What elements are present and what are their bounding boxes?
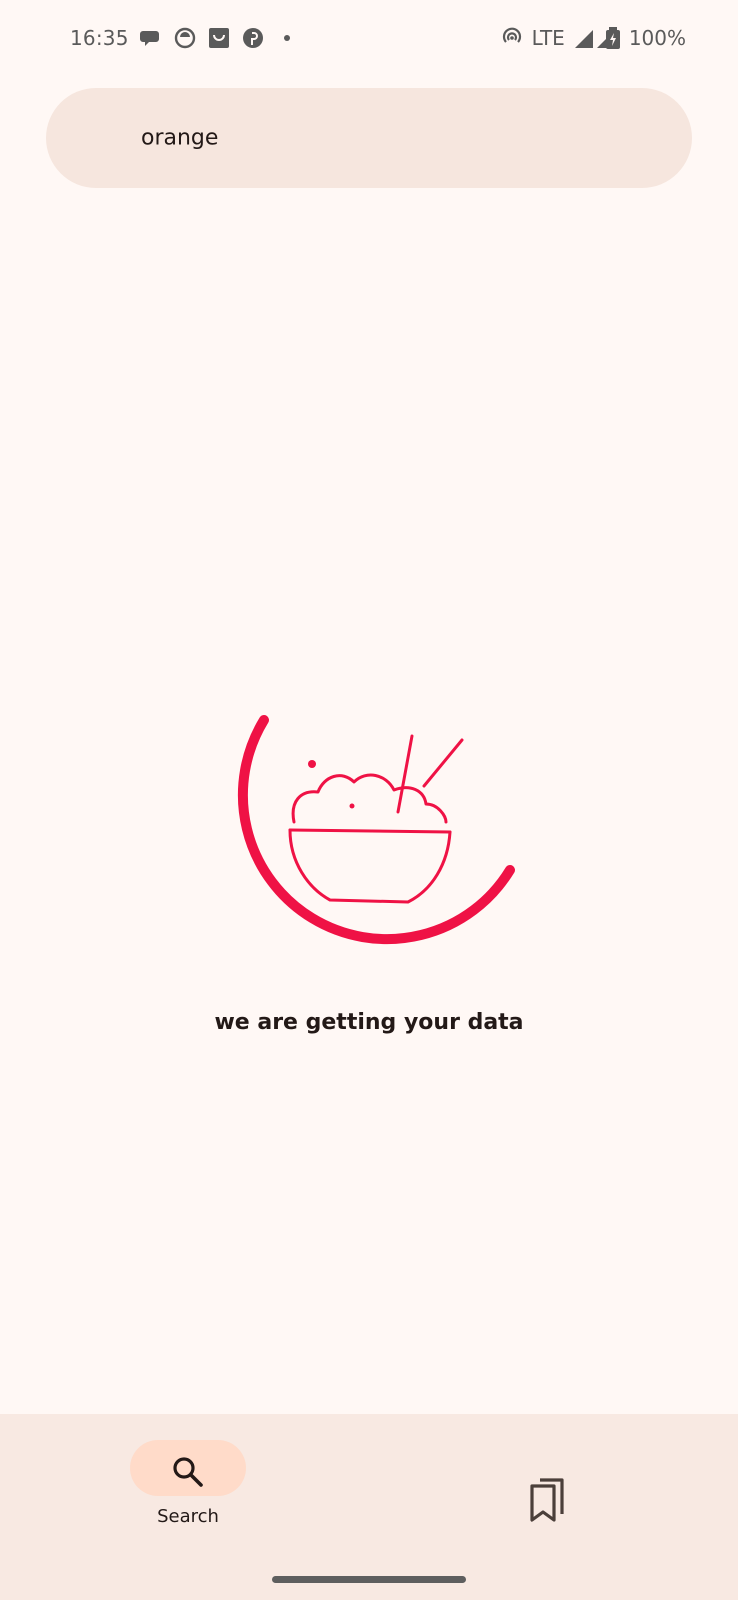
dot-icon [275,26,299,50]
search-input[interactable]: orange [141,126,218,151]
search-icon [173,1457,203,1487]
network-type: LTE [531,26,565,50]
pinterest-icon [241,26,265,50]
rice-bowl-icon [237,715,515,945]
loading-message: we are getting your data [214,1010,524,1035]
nav-item-bookmarks[interactable] [520,1468,580,1528]
gesture-bar [272,1576,466,1583]
app-icon [173,26,197,50]
loading-indicator [180,690,540,1010]
status-right: LTE 100% [500,22,686,54]
nav-active-indicator[interactable] [130,1440,246,1496]
battery-percent: 100% [628,26,686,50]
nav-item-search[interactable]: Search [130,1440,246,1540]
messages-icon [139,26,163,50]
shop-icon [207,26,231,50]
battery-icon [605,26,621,50]
status-bar: 16:35 LTE 100% [0,0,738,76]
signal-icon [573,26,615,50]
hotspot-icon [500,26,524,50]
bottom-navigation: Search [0,1414,738,1600]
search-bar[interactable]: orange [46,88,692,188]
status-left: 16:35 [70,22,299,54]
nav-item-search-label: Search [157,1506,219,1527]
bookmarks-icon [530,1478,564,1522]
status-time: 16:35 [70,26,129,50]
